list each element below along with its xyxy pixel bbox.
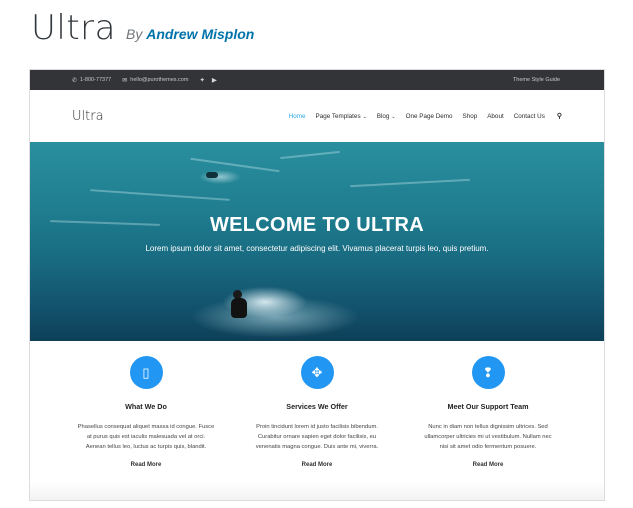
menu-item-contact-us: Contact Us <box>514 113 545 120</box>
topbar-phone: ✆ 1-800-77377 <box>72 77 111 84</box>
phone-number: 1-800-77377 <box>80 77 112 83</box>
feature-text: Phasellus consequat aliquet massa id con… <box>68 422 224 452</box>
search-icon: ⚲ <box>556 113 562 120</box>
menu-label: Blog <box>376 112 390 120</box>
chevron-down-icon: ⌄ <box>391 113 396 120</box>
feature-title: Meet Our Support Team <box>447 402 529 411</box>
hero-title: WELCOME TO ULTRA <box>209 214 425 236</box>
hero-subtitle: Lorem ipsum dolor sit amet, consectetur … <box>145 244 489 253</box>
feature-services: ✥ Services We Offer Proin tincidunt lore… <box>239 356 395 468</box>
envelope-icon: ✉ <box>122 77 128 84</box>
menu-label: About <box>487 112 504 120</box>
surfer-figure <box>225 290 251 320</box>
feature-title: What We Do <box>125 402 167 411</box>
youtube-icon: ▶ <box>211 77 217 84</box>
feature-what-we-do: ▯ What We Do Phasellus consequat aliquet… <box>68 356 224 468</box>
feature-text: Proin tincidunt lorem id justo facilisis… <box>239 422 395 452</box>
menu-item-home: Home <box>289 113 306 120</box>
byline: By Andrew Misplon <box>126 26 254 42</box>
menu-label: One Page Demo <box>405 112 453 120</box>
tablet-icon: ▯ <box>129 356 163 389</box>
feature-text-line: nisi sit amet odio fermentum posuere. <box>439 444 537 450</box>
theme-header: Ultra By Andrew Misplon <box>31 8 254 48</box>
feature-text-line: Curabitur ornare sapien eget dolor facil… <box>257 434 377 440</box>
distant-surfer <box>206 172 218 178</box>
twitter-icon: ✦ <box>199 77 205 84</box>
chevron-down-icon: ⌄ <box>362 113 367 120</box>
site-logo: Ultra <box>72 108 104 124</box>
menu-item-blog: Blog ⌄ <box>377 113 396 120</box>
read-more-link: Read More <box>130 462 162 468</box>
feature-text-line: Phasellus consequat aliquet massa id con… <box>77 424 215 430</box>
hero-banner: WELCOME TO ULTRA Lorem ipsum dolor sit a… <box>30 142 604 341</box>
feature-text-line: venenatis magna congue. Duis ante mi, vi… <box>255 444 379 450</box>
read-more-link: Read More <box>301 462 333 468</box>
feature-text: Nunc in diam non tellus dignissim ultric… <box>410 422 566 452</box>
preview-topbar: ✆ 1-800-77377 ✉ hello@purothemes.com ✦ ▶… <box>30 70 604 90</box>
wave-foam <box>350 178 470 188</box>
menu-label: Shop <box>462 112 478 120</box>
features-row: ▯ What We Do Phasellus consequat aliquet… <box>30 356 604 468</box>
phone-icon: ✆ <box>72 77 78 84</box>
theme-screenshot: ✆ 1-800-77377 ✉ hello@purothemes.com ✦ ▶… <box>29 69 605 501</box>
menu-label: Home <box>288 112 306 120</box>
main-menu: Home Page Templates ⌄ Blog ⌄ One Page Demo… <box>279 112 562 121</box>
menu-item-shop: Shop <box>463 113 478 120</box>
menu-item-about: About <box>487 113 503 120</box>
email-address: hello@purothemes.com <box>130 77 189 83</box>
wave-foam <box>90 189 230 201</box>
feature-text-line: Nunc in diam non tellus dignissim ultric… <box>428 424 548 430</box>
surfer-body <box>231 298 247 318</box>
menu-label: Page Templates <box>315 112 361 120</box>
read-more-link: Read More <box>472 462 504 468</box>
menu-label: Contact Us <box>513 112 545 120</box>
feature-text-line: Proin tincidunt lorem id justo facilisis… <box>256 424 378 430</box>
byline-prefix: By <box>125 26 143 42</box>
menu-item-page-templates: Page Templates ⌄ <box>316 113 367 120</box>
feature-text-line: ullamcorper ultricies mi ut vestibulum. … <box>424 434 552 440</box>
feature-text-line: Aenean tellus leo, luctus ac turpis quis… <box>85 444 207 450</box>
preview-navbar: Ultra Home Page Templates ⌄ Blog ⌄ One Pag… <box>30 90 604 142</box>
author-link[interactable]: Andrew Misplon <box>146 26 254 42</box>
chat-bubbles-icon: ❢ <box>471 356 505 389</box>
bottom-fade <box>30 482 604 500</box>
feature-support-team: ❢ Meet Our Support Team Nunc in diam non… <box>410 356 566 468</box>
theme-name: Ultra <box>31 8 116 48</box>
wave-foam <box>190 157 280 173</box>
menu-item-one-page-demo: One Page Demo <box>406 113 453 120</box>
feature-title: Services We Offer <box>286 402 348 411</box>
wave-foam <box>280 150 340 160</box>
move-arrows-icon: ✥ <box>300 356 334 389</box>
feature-text-line: at purus quis est iaculis malesuada vel … <box>86 434 206 440</box>
style-guide-link: Theme Style Guide <box>512 77 560 83</box>
topbar-email: ✉ hello@purothemes.com <box>122 77 188 84</box>
